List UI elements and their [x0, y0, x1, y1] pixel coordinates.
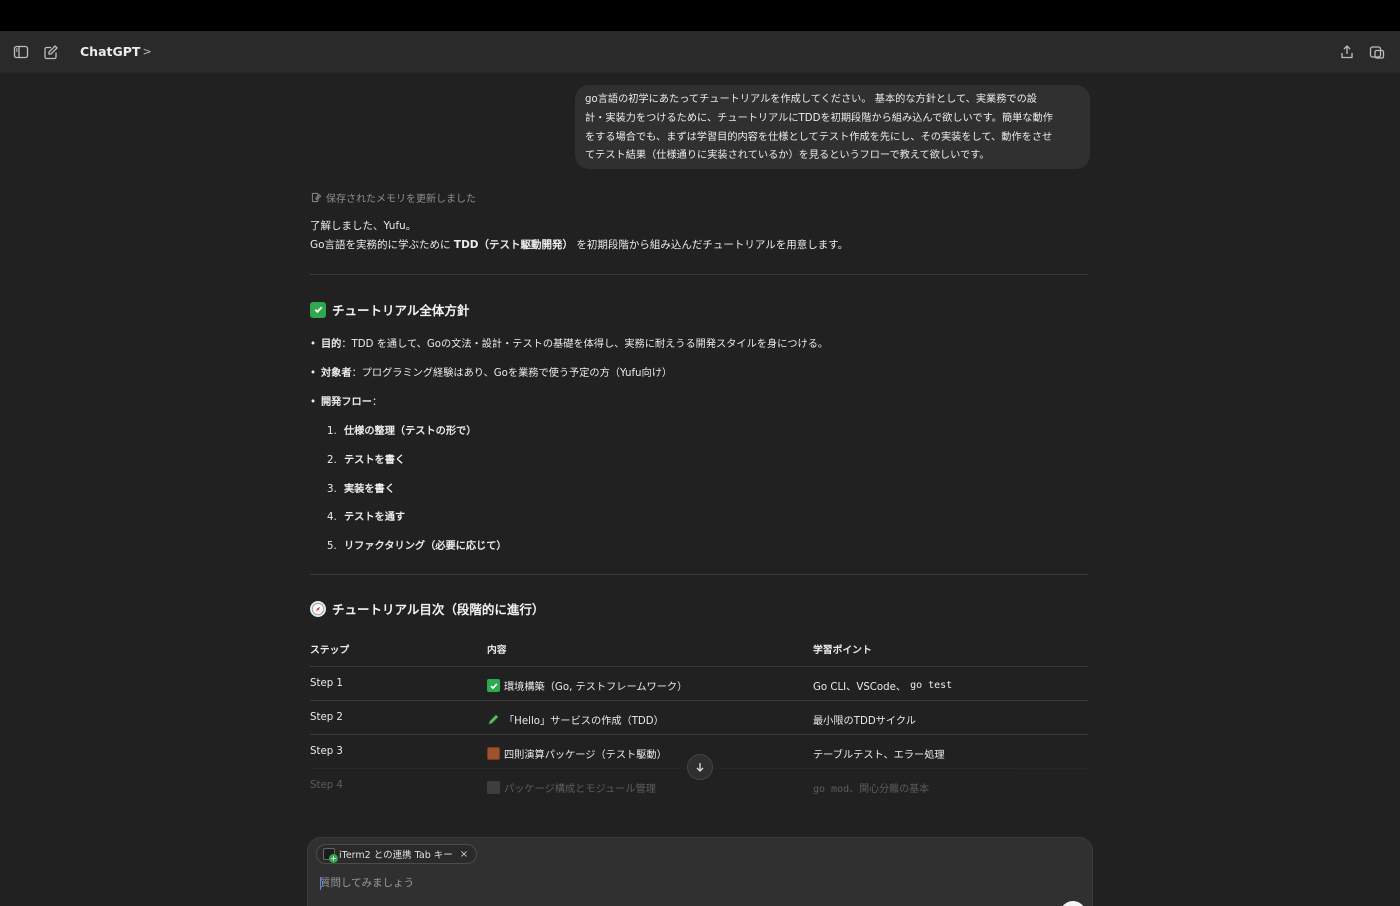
- table-row: Step 2 「Hello」サービスの作成（TDD） 最小限のTDDサイクル: [310, 700, 1088, 734]
- reply-line-1: 了解しました、Yufu。: [310, 220, 417, 232]
- table-cell-text: Go CLI、VSCode、: [813, 682, 907, 693]
- reply-text: Go言語を実務的に学ぶために: [310, 239, 454, 251]
- inline-code: go test: [910, 680, 953, 691]
- chevron-right-icon: >: [142, 45, 152, 58]
- pencil-icon: [487, 713, 500, 726]
- voice-mode-button[interactable]: [1060, 901, 1086, 906]
- user-message-line: 計・実装力をつけるために、チュートリアルにTDDを初期段階から組み込んで欲しいで…: [585, 112, 1053, 124]
- step-number: 5.: [327, 541, 337, 552]
- step-number: 2.: [327, 455, 337, 466]
- section-heading-policy: チュートリアル全体方針: [310, 300, 469, 319]
- table-cell-text: パッケージ構成とモジュール管理: [504, 784, 656, 795]
- table-cell: 四則演算パッケージ（テスト駆動）: [487, 746, 667, 761]
- table-cell-text: 「Hello」サービスの作成（TDD）: [504, 716, 664, 727]
- step-text: テストを書く: [344, 455, 406, 466]
- assistant-reply-intro: 了解しました、Yufu。 Go言語を実務的に学ぶために TDD（テスト駆動開発）…: [310, 217, 848, 255]
- section-heading-toc: チュートリアル目次（段階的に進行）: [310, 599, 544, 618]
- table-cell: パッケージ構成とモジュール管理: [487, 780, 656, 795]
- table-cell: Go CLI、VSCode、 go test: [813, 678, 952, 693]
- memory-notice-text: 保存されたメモリを更新しました: [326, 194, 476, 205]
- table-cell: Step 4: [310, 780, 343, 791]
- table-cell: 環境構築（Go, テストフレームワーク）: [487, 678, 687, 693]
- section-title: チュートリアル目次（段階的に進行）: [332, 602, 545, 617]
- new-chat-icon[interactable]: [42, 43, 60, 61]
- flow-step: 3. 実装を書く: [327, 480, 395, 495]
- flow-step: 2. テストを書く: [327, 451, 405, 466]
- close-icon[interactable]: ×: [460, 849, 468, 860]
- step-number: 3.: [327, 484, 337, 495]
- terminal-icon: +: [323, 848, 338, 863]
- flow-step: 5. リファクタリング（必要に応じて）: [327, 537, 507, 552]
- step-text: リファクタリング（必要に応じて）: [344, 541, 507, 552]
- app-title: ChatGPT: [80, 44, 141, 59]
- table-cell: Step 1: [310, 678, 343, 689]
- step-number: 4.: [327, 512, 337, 523]
- bullet-text: ：プログラミング経験はあり、Goを業務で使う予定の方（Yufu向け）: [351, 368, 673, 379]
- share-icon[interactable]: [1338, 43, 1356, 61]
- text-caret: [320, 877, 321, 890]
- model-selector[interactable]: ChatGPT >: [80, 44, 152, 59]
- step-number: 1.: [327, 426, 337, 437]
- reply-line-2: Go言語を実務的に学ぶために TDD（テスト駆動開発） を初期段階から組み込んだ…: [310, 236, 848, 255]
- abacus-icon: [487, 747, 500, 760]
- header-bar: ChatGPT >: [0, 31, 1400, 73]
- reply-text: を初期段階から組み込んだチュートリアルを用意します。: [573, 239, 849, 251]
- section-title: チュートリアル全体方針: [332, 303, 470, 318]
- folder-icon: [487, 781, 500, 794]
- chip-label: iTerm2 との連携 Tab キー: [339, 850, 453, 861]
- arrow-down-icon: [696, 763, 704, 772]
- table-cell: Step 2: [310, 712, 343, 723]
- os-top-bar: [0, 0, 1400, 31]
- prompt-input[interactable]: [320, 874, 1020, 892]
- window-mode-icon[interactable]: [1368, 43, 1386, 61]
- table-header: 学習ポイント: [813, 645, 872, 656]
- memory-updated-notice[interactable]: 保存されたメモリを更新しました: [311, 190, 476, 205]
- list-item: • 開発フロー：: [310, 397, 383, 408]
- step-text: テストを通す: [344, 512, 406, 523]
- message-composer: + iTerm2 との連携 Tab キー ×: [307, 837, 1093, 906]
- iterm-integration-chip[interactable]: + iTerm2 との連携 Tab キー ×: [316, 844, 478, 864]
- bullet-text: ：TDD を通して、Goの文法・設計・テストの基礎を体得し、実務に耐えうる開発ス…: [341, 339, 829, 350]
- list-item: • 目的：TDD を通して、Goの文法・設計・テストの基礎を体得し、実務に耐えうる…: [310, 339, 829, 350]
- list-item: • 対象者：プログラミング経験はあり、Goを業務で使う予定の方（Yufu向け）: [310, 368, 673, 379]
- check-mark-icon: [310, 301, 326, 318]
- table-header: 内容: [487, 645, 507, 656]
- user-message-bubble: go言語の初学にあたってチュートリアルを作成してください。 基本的な方針として、…: [575, 85, 1090, 169]
- scroll-to-bottom-button[interactable]: [687, 754, 713, 780]
- chat-content: go言語の初学にあたってチュートリアルを作成してください。 基本的な方針として、…: [0, 73, 1400, 906]
- table-cell-text: 環境構築（Go, テストフレームワーク）: [504, 682, 688, 693]
- table-cell: 最小限のTDDサイクル: [813, 712, 916, 727]
- flow-step: 1. 仕様の整理（テストの形で）: [327, 422, 476, 437]
- flow-step: 4. テストを通す: [327, 508, 405, 523]
- memory-icon: [311, 192, 322, 203]
- divider: [310, 574, 1088, 575]
- bullet-label: 開発フロー: [321, 397, 372, 408]
- table-cell: テーブルテスト、エラー処理: [813, 746, 945, 761]
- compass-icon: [310, 600, 326, 617]
- table-cell-text: 最小限のTDDサイクル: [813, 716, 916, 727]
- bullet-label: 目的: [321, 339, 342, 350]
- step-text: 実装を書く: [344, 484, 395, 495]
- user-message-line: てテスト結果（仕様通りに実装されているか）を見るというフローで教えて欲しいです。: [585, 150, 990, 162]
- table-cell: Step 3: [310, 746, 343, 757]
- table-cell: 「Hello」サービスの作成（TDD）: [487, 712, 664, 727]
- divider: [310, 274, 1088, 275]
- step-text: 仕様の整理（テストの形で）: [344, 426, 477, 437]
- check-mark-icon: [487, 679, 500, 692]
- table-header: ステップ: [310, 645, 350, 656]
- user-message-line: をする場合でも、まずは学習目的内容を仕様としてテスト作成を先にし、その実装をして…: [585, 131, 1053, 143]
- table-row: Step 1 環境構築（Go, テストフレームワーク） Go CLI、VSCod…: [310, 666, 1088, 700]
- table-cell-text: テーブルテスト、エラー処理: [813, 750, 945, 761]
- reply-bold-text: TDD（テスト駆動開発）: [453, 239, 573, 251]
- sidebar-toggle-icon[interactable]: [12, 43, 30, 61]
- table-cell: go mod、関心分離の基本: [813, 780, 929, 795]
- user-message-line: go言語の初学にあたってチュートリアルを作成してください。 基本的な方針として、…: [585, 94, 1037, 105]
- app-window: ChatGPT > go言語の初学にあたってチュートリアルを作成してください。 …: [0, 31, 1400, 906]
- table-cell-text: 四則演算パッケージ（テスト駆動）: [504, 750, 667, 761]
- bullet-text: ：: [371, 397, 383, 408]
- bullet-label: 対象者: [321, 368, 352, 379]
- inline-code: go mod、関心分離の基本: [813, 784, 930, 795]
